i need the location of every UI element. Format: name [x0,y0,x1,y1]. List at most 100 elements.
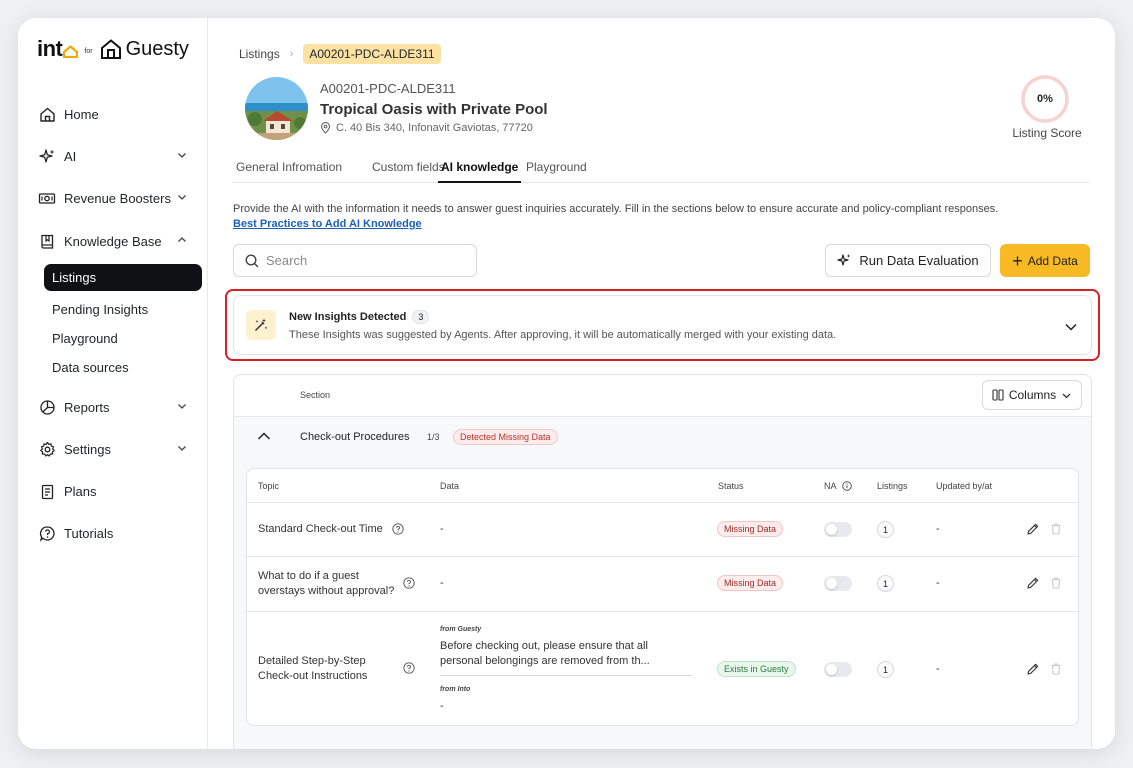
trash-icon[interactable] [1049,576,1063,590]
help-circle-icon[interactable] [403,577,415,589]
edit-pencil-icon[interactable] [1026,662,1040,676]
listing-address: C. 40 Bis 340, Infonavit Gaviotas, 77720 [320,122,533,134]
row-topic-line1: What to do if a guest [258,570,359,582]
row-data: - [440,523,444,535]
tab-ai-knowledge[interactable]: AI knowledge [438,160,522,183]
nav-tutorials-label: Tutorials [64,525,114,541]
sidebar-item-listings[interactable]: Listings [44,264,202,291]
nav-revenue-boosters[interactable]: Revenue Boosters [38,187,188,209]
breadcrumb-current: A00201-PDC-ALDE311 [303,44,441,64]
nav-ai-label: AI [64,148,77,164]
header-divider [247,502,1078,503]
nav-ai[interactable]: AI [38,145,188,167]
na-toggle[interactable] [824,522,852,537]
gear-icon [38,440,56,458]
nav-knowledge-label: Knowledge Base [64,233,162,249]
na-toggle[interactable] [824,662,852,677]
nav-knowledge-base[interactable]: Knowledge Base [38,230,188,252]
listing-address-text: C. 40 Bis 340, Infonavit Gaviotas, 77720 [336,122,533,134]
breadcrumb-listings-link[interactable]: Listings [239,47,280,61]
breadcrumb-separator-icon: › [289,48,294,60]
listing-code: A00201-PDC-ALDE311 [320,81,456,96]
listing-photo [245,77,308,140]
search-placeholder: Search [266,253,308,268]
section-name: Check-out Procedures [300,431,410,443]
help-circle-icon[interactable] [403,662,415,674]
tab-custom-fields[interactable]: Custom fields [372,160,445,183]
row-topic-line2: overstays without approval? [258,585,395,597]
listing-title: Tropical Oasis with Private Pool [320,101,548,118]
magic-wand-icon [246,310,276,340]
chevron-up-icon [178,237,186,242]
help-circle-icon[interactable] [392,523,404,535]
add-data-label: Add Data [1027,253,1078,268]
col-na: NA [824,481,852,491]
search-input[interactable]: Search [233,244,477,277]
nav-home[interactable]: Home [38,103,188,125]
nav-plans[interactable]: Plans [38,480,188,502]
chevron-down-icon [178,153,186,158]
row-updated: - [936,663,940,675]
nav-revenue-label: Revenue Boosters [64,190,171,206]
run-data-evaluation-button[interactable]: Run Data Evaluation [825,244,991,277]
nav-reports[interactable]: Reports [38,396,188,418]
tab-playground[interactable]: Playground [526,160,587,183]
na-toggle[interactable] [824,576,852,591]
knowledge-table: Section Columns Check-out Procedures 1/3… [233,374,1092,749]
section-column-header: Section [300,390,331,400]
sparkle-icon [837,254,851,266]
chevron-down-icon[interactable] [1064,320,1078,334]
info-icon[interactable] [841,481,852,491]
run-data-evaluation-label: Run Data Evaluation [859,253,979,268]
chevron-up-icon[interactable] [257,431,271,441]
nav-settings[interactable]: Settings [38,438,188,460]
section-progress: 1/3 [427,432,440,442]
trash-icon[interactable] [1049,522,1063,536]
logo-into-text: int [37,36,63,61]
logo-for-text: for [84,47,93,55]
intro-text: Provide the AI with the information it n… [233,203,999,215]
brand-logo[interactable]: int for Guesty [37,36,189,62]
trash-icon[interactable] [1049,662,1063,676]
best-practices-link[interactable]: Best Practices to Add AI Knowledge [233,218,422,230]
data-divider [440,675,692,676]
nav-reports-label: Reports [64,399,110,415]
listings-count: 1 [877,575,894,592]
sidebar-item-pending-insights[interactable]: Pending Insights [44,296,202,323]
row-topic: Standard Check-out Time [258,523,383,535]
from-into-label: from Into [440,686,471,693]
section-group-row[interactable]: Check-out Procedures 1/3 Detected Missin… [234,417,1091,457]
listing-tabs: General Infromation Custom fields AI kno… [233,158,1090,183]
chevron-down-icon [178,195,186,200]
main-content: Listings › A00201-PDC-ALDE311 A00201-PDC… [209,18,1115,749]
map-pin-icon [320,122,331,134]
chevron-down-icon [178,404,186,409]
insights-title: New Insights Detected 3 [289,310,430,324]
logo-guesty-text: Guesty [125,37,189,60]
new-insights-panel[interactable]: New Insights Detected 3 These Insights w… [233,295,1092,355]
logo-house-dot-icon [63,44,79,58]
missing-data-badge: Detected Missing Data [453,429,558,445]
money-icon [38,189,56,207]
tab-general-information[interactable]: General Infromation [236,160,342,183]
edit-pencil-icon[interactable] [1026,576,1040,590]
clipboard-icon [38,482,56,500]
pie-chart-icon [38,398,56,416]
nav-settings-label: Settings [64,441,111,457]
edit-pencil-icon[interactable] [1026,522,1040,536]
add-data-button[interactable]: + Add Data [1000,244,1090,277]
columns-button[interactable]: Columns [982,380,1082,410]
sidebar-item-playground[interactable]: Playground [44,325,202,352]
columns-label: Columns [1008,388,1057,402]
row-topic-line2: Check-out Instructions [258,670,368,682]
nav-home-label: Home [64,106,99,122]
col-listings: Listings [877,481,908,491]
nav-tutorials[interactable]: Tutorials [38,522,188,544]
row-divider [247,611,1078,612]
status-badge: Exists in Guesty [717,661,796,677]
app-window: int for Guesty Home AI Revenue Boosters … [18,18,1115,749]
col-topic: Topic [258,481,280,491]
listing-score-value: 0% [1037,93,1053,105]
nav-plans-label: Plans [64,483,97,499]
sidebar-item-data-sources[interactable]: Data sources [44,354,202,381]
